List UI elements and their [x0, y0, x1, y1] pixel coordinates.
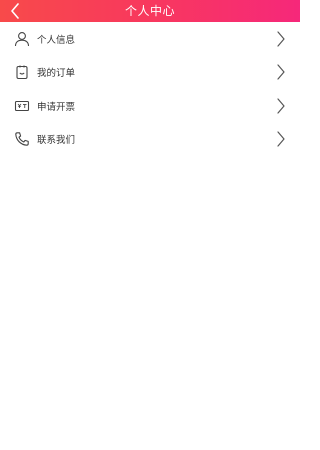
invoice-icon: [14, 98, 30, 114]
menu-item-label: 申请开票: [37, 101, 76, 113]
app-screen: 个人中心 个人信息 我的订单 申请开票 联系我们: [0, 0, 300, 450]
menu-item-label: 个人信息: [37, 34, 76, 46]
user-icon: [14, 31, 30, 47]
back-button[interactable]: [4, 0, 26, 22]
menu-item-label: 联系我们: [37, 135, 76, 147]
header-bar: 个人中心: [0, 0, 300, 22]
page-title: 个人中心: [124, 4, 175, 18]
phone-icon: [14, 131, 30, 147]
chevron-right-icon: [277, 64, 285, 80]
menu-item-label: 我的订单: [37, 68, 76, 80]
menu-list: 个人信息 我的订单 申请开票 联系我们: [0, 22, 300, 156]
chevron-right-icon: [277, 131, 285, 147]
chevron-left-icon: [11, 3, 19, 19]
menu-item-invoice[interactable]: 申请开票: [0, 89, 300, 123]
menu-item-profile[interactable]: 个人信息: [0, 22, 300, 56]
menu-item-contact[interactable]: 联系我们: [0, 123, 300, 157]
menu-item-orders[interactable]: 我的订单: [0, 56, 300, 90]
order-icon: [14, 64, 30, 80]
chevron-right-icon: [277, 31, 285, 47]
chevron-right-icon: [277, 98, 285, 114]
